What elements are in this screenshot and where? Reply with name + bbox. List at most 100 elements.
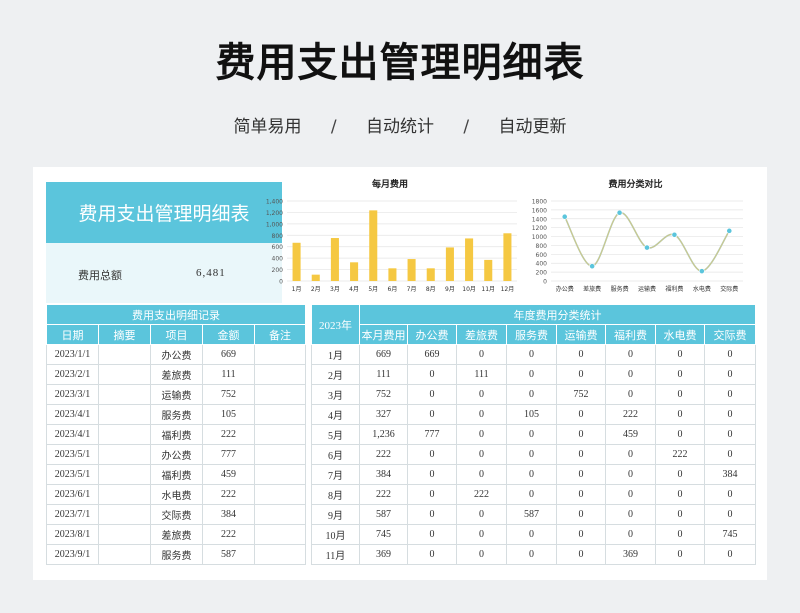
table-cell[interactable]: 2023/7/1: [46, 504, 99, 525]
table-cell[interactable]: 0: [556, 464, 606, 485]
table-cell[interactable]: 2023/5/1: [46, 444, 99, 465]
table-cell[interactable]: 0: [556, 544, 606, 565]
table-cell[interactable]: 0: [456, 424, 507, 445]
table-cell[interactable]: [253, 424, 307, 445]
table-cell[interactable]: 0: [506, 384, 557, 405]
table-cell[interactable]: 0: [556, 504, 606, 525]
table-cell[interactable]: 369: [359, 544, 408, 565]
table-cell[interactable]: 0: [456, 344, 507, 365]
table-cell[interactable]: 2023/2/1: [46, 364, 99, 385]
table-cell[interactable]: 0: [407, 404, 457, 425]
table-cell[interactable]: 111: [359, 364, 408, 385]
table-cell[interactable]: 0: [407, 504, 457, 525]
table-cell[interactable]: 0: [655, 404, 705, 425]
table-cell[interactable]: 0: [506, 464, 557, 485]
table-cell[interactable]: 2023/6/1: [46, 484, 99, 505]
total-value[interactable]: 6,481: [196, 267, 226, 279]
table-cell[interactable]: [98, 524, 151, 545]
table-cell[interactable]: 222: [655, 444, 705, 465]
table-cell[interactable]: 0: [655, 544, 705, 565]
table-cell[interactable]: [253, 364, 307, 385]
table-cell[interactable]: [253, 404, 307, 425]
table-cell[interactable]: 6月: [311, 444, 360, 465]
table-cell[interactable]: 222: [202, 424, 255, 445]
table-cell[interactable]: 111: [202, 364, 255, 385]
table-cell[interactable]: [98, 344, 151, 365]
table-cell[interactable]: 0: [655, 504, 705, 525]
table-cell[interactable]: [98, 404, 151, 425]
table-cell[interactable]: 0: [506, 344, 557, 365]
table-cell[interactable]: 0: [605, 524, 656, 545]
table-cell[interactable]: 0: [407, 544, 457, 565]
table-cell[interactable]: [253, 444, 307, 465]
table-cell[interactable]: 222: [202, 484, 255, 505]
table-cell[interactable]: 669: [359, 344, 408, 365]
table-cell[interactable]: 745: [704, 524, 756, 545]
table-cell[interactable]: 587: [506, 504, 557, 525]
table-cell[interactable]: 福利费: [150, 464, 203, 485]
table-cell[interactable]: 745: [359, 524, 408, 545]
table-cell[interactable]: 水电费: [150, 484, 203, 505]
table-cell[interactable]: 0: [655, 384, 705, 405]
table-cell[interactable]: 587: [359, 504, 408, 525]
table-cell[interactable]: 0: [456, 404, 507, 425]
table-cell[interactable]: 0: [655, 484, 705, 505]
table-cell[interactable]: 0: [605, 484, 656, 505]
table-cell[interactable]: 222: [605, 404, 656, 425]
table-cell[interactable]: [253, 544, 307, 565]
table-cell[interactable]: 差旅费: [150, 364, 203, 385]
table-cell[interactable]: 0: [605, 344, 656, 365]
table-cell[interactable]: 3月: [311, 384, 360, 405]
table-cell[interactable]: 2月: [311, 364, 360, 385]
table-cell[interactable]: 办公费: [150, 344, 203, 365]
table-cell[interactable]: 8月: [311, 484, 360, 505]
table-cell[interactable]: 2023/4/1: [46, 404, 99, 425]
table-cell[interactable]: 2023/1/1: [46, 344, 99, 365]
table-cell[interactable]: 777: [407, 424, 457, 445]
table-cell[interactable]: 0: [556, 364, 606, 385]
table-cell[interactable]: 0: [704, 444, 756, 465]
table-cell[interactable]: 0: [407, 464, 457, 485]
table-cell[interactable]: 0: [456, 444, 507, 465]
table-cell[interactable]: 0: [407, 444, 457, 465]
table-cell[interactable]: 0: [605, 364, 656, 385]
table-cell[interactable]: 0: [655, 364, 705, 385]
table-cell[interactable]: 2023/8/1: [46, 524, 99, 545]
table-cell[interactable]: 交际费: [150, 504, 203, 525]
table-cell[interactable]: 福利费: [150, 424, 203, 445]
table-cell[interactable]: 0: [704, 344, 756, 365]
table-cell[interactable]: 5月: [311, 424, 360, 445]
table-cell[interactable]: 0: [506, 444, 557, 465]
table-cell[interactable]: 0: [704, 364, 756, 385]
table-cell[interactable]: [253, 464, 307, 485]
table-cell[interactable]: 2023/4/1: [46, 424, 99, 445]
table-cell[interactable]: 222: [202, 524, 255, 545]
table-cell[interactable]: 运输费: [150, 384, 203, 405]
table-cell[interactable]: 669: [407, 344, 457, 365]
table-cell[interactable]: [98, 424, 151, 445]
table-cell[interactable]: 0: [655, 524, 705, 545]
table-cell[interactable]: 10月: [311, 524, 360, 545]
table-cell[interactable]: 9月: [311, 504, 360, 525]
table-cell[interactable]: 777: [202, 444, 255, 465]
table-cell[interactable]: 服务费: [150, 544, 203, 565]
table-cell[interactable]: 222: [359, 444, 408, 465]
table-cell[interactable]: 0: [556, 404, 606, 425]
table-cell[interactable]: 2023/9/1: [46, 544, 99, 565]
table-cell[interactable]: 369: [605, 544, 656, 565]
table-cell[interactable]: 222: [456, 484, 507, 505]
table-cell[interactable]: 0: [605, 464, 656, 485]
table-cell[interactable]: 2023/5/1: [46, 464, 99, 485]
table-cell[interactable]: 0: [704, 484, 756, 505]
table-cell[interactable]: [98, 444, 151, 465]
table-cell[interactable]: 0: [704, 384, 756, 405]
table-cell[interactable]: 0: [704, 504, 756, 525]
table-cell[interactable]: 0: [456, 464, 507, 485]
table-cell[interactable]: [253, 484, 307, 505]
table-cell[interactable]: 0: [456, 544, 507, 565]
table-cell[interactable]: 459: [202, 464, 255, 485]
table-cell[interactable]: 0: [456, 504, 507, 525]
table-cell[interactable]: 0: [407, 364, 457, 385]
table-cell[interactable]: 0: [605, 384, 656, 405]
table-cell[interactable]: 2023/3/1: [46, 384, 99, 405]
